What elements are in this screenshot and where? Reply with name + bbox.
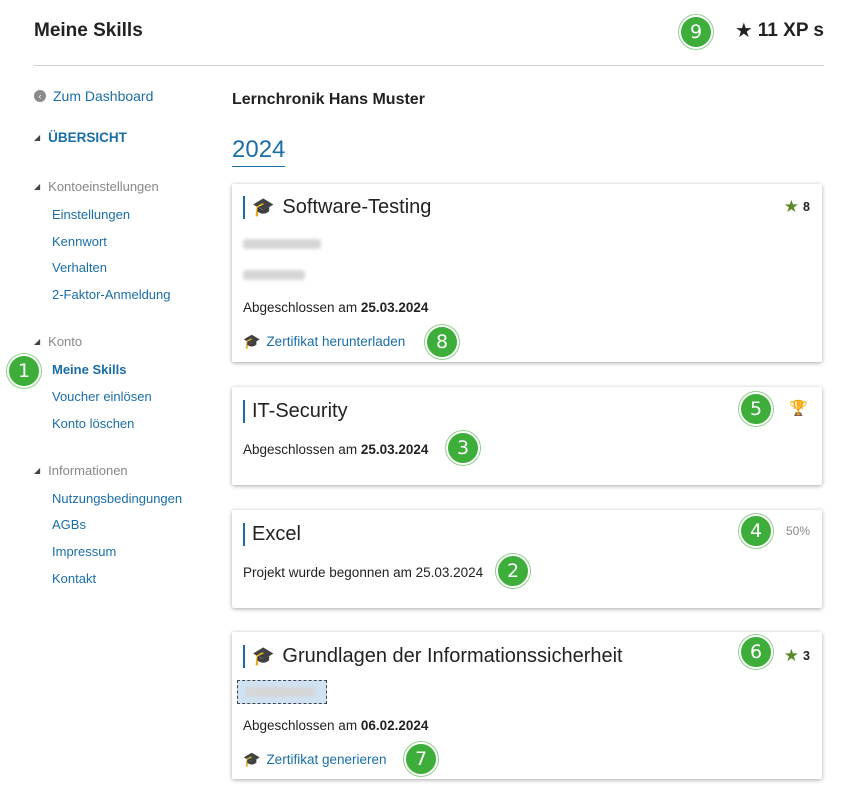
skill-card-score: ★ 3 bbox=[784, 647, 810, 664]
sidebar-heading-label: Kontoeinstellungen bbox=[48, 179, 159, 194]
annotation-badge-9: 9 bbox=[679, 15, 713, 49]
chevron-left-circle-icon: ‹ bbox=[34, 90, 46, 102]
sidebar-item-nutzungsbedingungen[interactable]: Nutzungsbedingungen bbox=[52, 491, 182, 506]
completed-prefix: Abgeschlossen am bbox=[243, 718, 358, 733]
graduation-cap-icon: 🎓 bbox=[252, 197, 275, 217]
annotation-badge-5: 5 bbox=[739, 392, 773, 426]
sidebar-item-verhalten[interactable]: Verhalten bbox=[52, 260, 107, 275]
skill-card-score: ★ 8 bbox=[784, 198, 810, 215]
skill-card-score-value: 8 bbox=[803, 199, 810, 214]
redacted-text bbox=[243, 270, 305, 280]
skill-card-title: Excel bbox=[243, 523, 301, 546]
sidebar-item-2fa[interactable]: 2-Faktor-Anmeldung bbox=[52, 287, 171, 302]
skill-card-completed: Abgeschlossen am 25.03.2024 bbox=[243, 300, 428, 315]
completed-date: 25.03.2024 bbox=[360, 442, 429, 457]
annotation-badge-8: 8 bbox=[425, 325, 459, 359]
skill-card-it-security: IT-Security 🏆 Abgeschlossen am 25.03.202… bbox=[232, 387, 822, 485]
sidebar-heading-label: Informationen bbox=[48, 463, 128, 478]
progress-percent: 50% bbox=[785, 524, 810, 538]
sidebar-item-einstellungen[interactable]: Einstellungen bbox=[52, 207, 130, 222]
sidebar-item-impressum[interactable]: Impressum bbox=[52, 544, 116, 559]
sidebar-item-konto-loeschen[interactable]: Konto löschen bbox=[52, 416, 134, 431]
back-to-dashboard-label: Zum Dashboard bbox=[53, 88, 154, 104]
skill-card-title-text: IT-Security bbox=[252, 400, 348, 422]
skill-card-title: IT-Security bbox=[243, 400, 348, 423]
triangle-icon: ◢ bbox=[34, 133, 41, 142]
skill-card-completed: Abgeschlossen am 06.02.2024 bbox=[243, 718, 428, 733]
sidebar-item-meine-skills[interactable]: Meine Skills bbox=[52, 362, 126, 377]
sidebar-heading-kontoeinstellungen: ◢ Kontoeinstellungen bbox=[34, 179, 159, 194]
annotation-badge-7: 7 bbox=[404, 742, 438, 776]
redacted-text bbox=[246, 687, 316, 697]
sidebar-overview-label: ÜBERSICHT bbox=[48, 130, 127, 145]
triangle-icon: ◢ bbox=[34, 337, 41, 346]
skill-card-excel: Excel 50% Projekt wurde begonnen am 25.0… bbox=[232, 510, 822, 608]
graduation-cap-icon: 🎓 bbox=[243, 751, 261, 767]
triangle-icon: ◢ bbox=[34, 466, 41, 475]
skill-card-title-text: Excel bbox=[252, 523, 301, 545]
sidebar-item-kontakt[interactable]: Kontakt bbox=[52, 571, 96, 586]
graduation-cap-icon: 🎓 bbox=[252, 646, 275, 666]
skill-card-title-text: Grundlagen der Informationssicherheit bbox=[282, 645, 623, 667]
generate-certificate-label: Zertifikat generieren bbox=[266, 752, 387, 767]
skill-card-title-text: Software-Testing bbox=[282, 196, 432, 218]
skill-card-score-value: 3 bbox=[803, 648, 810, 663]
skill-card-software-testing: 🎓 Software-Testing ★ 8 Abgeschlossen am … bbox=[232, 184, 822, 362]
back-to-dashboard-link[interactable]: ‹ Zum Dashboard bbox=[34, 88, 153, 104]
xp-total-label: 11 XP s bbox=[757, 20, 824, 41]
skill-card-completed: Abgeschlossen am 25.03.2024 bbox=[243, 442, 428, 457]
chronicle-title: Lernchronik Hans Muster bbox=[232, 91, 425, 108]
annotation-badge-1: 1 bbox=[7, 354, 41, 388]
annotation-badge-4: 4 bbox=[739, 514, 773, 548]
annotation-badge-6: 6 bbox=[739, 635, 773, 669]
sidebar-heading-konto: ◢ Konto bbox=[34, 334, 82, 349]
completed-prefix: Abgeschlossen am bbox=[243, 300, 358, 315]
trophy-icon: 🏆 bbox=[789, 400, 808, 417]
completed-date: 25.03.2024 bbox=[360, 300, 429, 315]
star-icon: ★ bbox=[783, 197, 800, 216]
graduation-cap-icon: 🎓 bbox=[243, 333, 261, 349]
page-title: Meine Skills bbox=[34, 20, 143, 41]
skill-card-started: Projekt wurde begonnen am 25.03.2024 bbox=[243, 565, 484, 580]
completed-prefix: Abgeschlossen am bbox=[243, 442, 358, 457]
year-heading: 2024 bbox=[232, 136, 286, 167]
sidebar-heading-informationen: ◢ Informationen bbox=[34, 463, 128, 478]
completed-date: 06.02.2024 bbox=[360, 718, 429, 733]
triangle-icon: ◢ bbox=[34, 182, 41, 191]
redacted-selection bbox=[237, 680, 327, 704]
annotation-badge-3: 3 bbox=[446, 431, 480, 465]
skill-card-grundlagen-informationssicherheit: 🎓 Grundlagen der Informationssicherheit … bbox=[232, 632, 822, 779]
download-certificate-link[interactable]: 🎓 Zertifikat herunterladen bbox=[243, 333, 405, 350]
sidebar-item-kennwort[interactable]: Kennwort bbox=[52, 234, 107, 249]
sidebar-item-agbs[interactable]: AGBs bbox=[52, 517, 86, 532]
sidebar-overview[interactable]: ◢ ÜBERSICHT bbox=[34, 130, 127, 145]
download-certificate-label: Zertifikat herunterladen bbox=[266, 334, 406, 349]
skill-card-title: 🎓 Software-Testing bbox=[243, 196, 431, 219]
redacted-text bbox=[243, 239, 321, 249]
skill-card-title: 🎓 Grundlagen der Informationssicherheit bbox=[243, 645, 623, 668]
sidebar-heading-label: Konto bbox=[48, 334, 83, 349]
sidebar-item-voucher[interactable]: Voucher einlösen bbox=[52, 389, 152, 404]
generate-certificate-link[interactable]: 🎓 Zertifikat generieren bbox=[243, 751, 387, 768]
star-icon: ★ bbox=[783, 646, 800, 665]
xp-total: ★ 11 XP s bbox=[735, 20, 824, 42]
star-icon: ★ bbox=[734, 20, 753, 42]
annotation-badge-2: 2 bbox=[496, 554, 530, 588]
